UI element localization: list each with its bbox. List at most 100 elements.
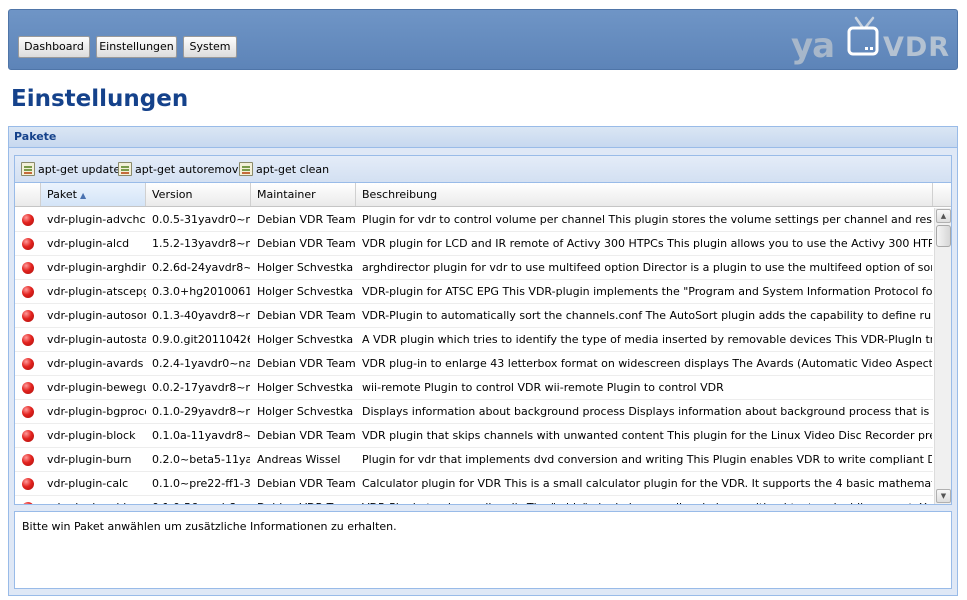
apt-update-label: apt-get update [38, 163, 121, 176]
cell-maintainer: Holger Schvestka [257, 405, 354, 418]
nav-system-button[interactable]: System [183, 36, 237, 58]
cell-maintainer: Debian VDR Team [257, 357, 355, 370]
logo-text-ya: ya [791, 26, 835, 66]
table-row[interactable]: vdr-plugin-arghdirector 0.2.6d-24yavdr8~n… [15, 256, 933, 280]
packages-grid: apt-get update apt-get autoremove apt-ge… [14, 155, 952, 505]
status-error-icon [22, 310, 34, 322]
cell-version: 0.1.3-40yavdr8~natty [152, 309, 250, 322]
table-row[interactable]: vdr-plugin-avards 0.2.4-1yavdr0~natty Debi… [15, 352, 933, 376]
column-header-maintainer[interactable]: Maintainer [251, 183, 356, 206]
scroll-thumb[interactable] [936, 225, 951, 247]
table-row[interactable]: vdr-plugin-block 0.1.0a-11yavdr8~natty Deb… [15, 424, 933, 448]
cell-maintainer: Debian VDR Team [257, 477, 355, 490]
cell-version: 0.1.0a-11yavdr8~natty [152, 429, 250, 442]
scroll-down-icon[interactable]: ▼ [936, 489, 951, 503]
status-error-icon [22, 238, 34, 250]
page-title: Einstellungen [11, 86, 189, 112]
scroll-up-icon[interactable]: ▲ [936, 209, 951, 223]
status-error-icon [22, 214, 34, 226]
cell-description: VDR-Plugin to play audio cd's The "cdda"… [362, 496, 932, 504]
cell-package: vdr-plugin-autosort [47, 309, 146, 322]
table-row[interactable]: vdr-plugin-calc 0.1.0~pre22-ff1-33ya Debia… [15, 472, 933, 496]
cell-version: 0.1.0-56yavdr8~natty [152, 496, 250, 504]
column-header-package[interactable]: Paket ▲ [41, 183, 146, 206]
cell-package: vdr-plugin-block [47, 429, 136, 442]
cell-description: wii-remote Plugin to control VDR wii-rem… [362, 381, 724, 394]
cell-package: vdr-plugin-autostart [47, 333, 146, 346]
column-header-version[interactable]: Version [146, 183, 251, 206]
apt-clean-label: apt-get clean [256, 163, 330, 176]
yavdr-logo: ya VDR [791, 16, 951, 66]
cell-maintainer: Debian VDR Team [257, 309, 355, 322]
apt-clean-button[interactable]: apt-get clean [239, 161, 329, 179]
clean-icon [239, 162, 253, 176]
cell-maintainer: Debian VDR Team [257, 429, 355, 442]
status-error-icon [22, 334, 34, 346]
status-error-icon [22, 382, 34, 394]
table-row[interactable]: vdr-plugin-atscepg 0.3.0+hg20100616-2 Holg… [15, 280, 933, 304]
status-error-icon [22, 454, 34, 466]
table-row[interactable]: vdr-plugin-burn 0.2.0~beta5-11yavdr Andrea… [15, 448, 933, 472]
cell-version: 0.2.0~beta5-11yavdr [152, 453, 250, 466]
cell-version: 0.9.0.git20110426-1y [152, 333, 250, 346]
table-row[interactable]: vdr-plugin-alcd 1.5.2-13yavdr8~natty Debia… [15, 232, 933, 256]
cell-package: vdr-plugin-bgprocess [47, 405, 146, 418]
cell-package: vdr-plugin-atscepg [47, 285, 146, 298]
cell-package: vdr-plugin-burn [47, 453, 132, 466]
cell-maintainer: Holger Schvestka [257, 285, 354, 298]
cell-version: 0.0.5-31yavdr0~natty [152, 213, 250, 226]
grid-toolbar: apt-get update apt-get autoremove apt-ge… [15, 156, 951, 183]
top-header: Dashboard Einstellungen System ya VDR [8, 9, 958, 70]
cell-description: VDR-plugin for ATSC EPG This VDR-plugin … [362, 285, 932, 298]
cell-version: 0.0.2-17yavdr8~natty [152, 381, 250, 394]
cell-description: Plugin for vdr to control volume per cha… [362, 213, 932, 226]
package-info-box: Bitte win Paket anwählen um zusätzliche … [14, 511, 952, 589]
apt-update-button[interactable]: apt-get update [21, 161, 120, 179]
table-row[interactable]: vdr-plugin-cdda 0.1.0-56yavdr8~natty Debia… [15, 496, 933, 504]
sort-ascending-icon: ▲ [79, 191, 87, 200]
table-row[interactable]: vdr-plugin-autostart 0.9.0.git20110426-1y… [15, 328, 933, 352]
column-header-description[interactable]: Beschreibung [356, 183, 933, 206]
cell-description: arghdirector plugin for vdr to use multi… [362, 261, 932, 274]
packages-panel: Pakete apt-get update apt-get autoremove… [8, 126, 958, 596]
cell-description: VDR-Plugin to automatically sort the cha… [362, 309, 932, 322]
cell-package: vdr-plugin-calc [47, 477, 129, 490]
cell-version: 0.2.6d-24yavdr8~natty [152, 261, 250, 274]
cell-package: vdr-plugin-advchctrl [47, 213, 146, 226]
apt-autoremove-label: apt-get autoremove [135, 163, 246, 176]
apt-autoremove-button[interactable]: apt-get autoremove [118, 161, 245, 179]
status-error-icon [22, 358, 34, 370]
cell-package: vdr-plugin-bewegung [47, 381, 146, 394]
table-row[interactable]: vdr-plugin-advchctrl 0.0.5-31yavdr0~natty… [15, 208, 933, 232]
cell-maintainer: Holger Schvestka [257, 333, 354, 346]
cell-maintainer: Debian VDR Team [257, 496, 355, 504]
cell-package: vdr-plugin-arghdirector [47, 261, 146, 274]
nav-settings-button[interactable]: Einstellungen [96, 36, 177, 58]
cell-description: Calculator plugin for VDR This is a smal… [362, 477, 932, 490]
tv-icon [847, 16, 879, 56]
autoremove-icon [118, 162, 132, 176]
cell-description: Plugin for vdr that implements dvd conve… [362, 453, 932, 466]
cell-description: VDR plugin that skips channels with unwa… [362, 429, 932, 442]
cell-version: 0.2.4-1yavdr0~natty [152, 357, 250, 370]
status-error-icon [22, 430, 34, 442]
table-row[interactable]: vdr-plugin-bewegung 0.0.2-17yavdr8~natty H… [15, 376, 933, 400]
status-error-icon [22, 478, 34, 490]
cell-package: vdr-plugin-alcd [47, 237, 130, 250]
status-error-icon [22, 502, 34, 504]
cell-maintainer: Debian VDR Team [257, 213, 355, 226]
cell-version: 1.5.2-13yavdr8~natty [152, 237, 250, 250]
cell-description: A VDR plugin which tries to identify the… [362, 333, 932, 346]
column-label-package: Paket [47, 188, 77, 201]
nav-dashboard-button[interactable]: Dashboard [18, 36, 90, 58]
table-row[interactable]: vdr-plugin-autosort 0.1.3-40yavdr8~natty D… [15, 304, 933, 328]
update-icon [21, 162, 35, 176]
grid-scrollbar[interactable]: ▲ ▼ [934, 208, 951, 504]
grid-rows: vdr-plugin-advchctrl 0.0.5-31yavdr0~natty… [15, 208, 933, 504]
panel-title: Pakete [9, 127, 957, 148]
table-row[interactable]: vdr-plugin-bgprocess 0.1.0-29yavdr8~natty… [15, 400, 933, 424]
cell-description: VDR plug-in to enlarge 43 letterbox form… [362, 357, 932, 370]
cell-version: 0.1.0~pre22-ff1-33ya [152, 477, 250, 490]
cell-maintainer: Holger Schvestka [257, 261, 354, 274]
cell-package: vdr-plugin-avards [47, 357, 144, 370]
